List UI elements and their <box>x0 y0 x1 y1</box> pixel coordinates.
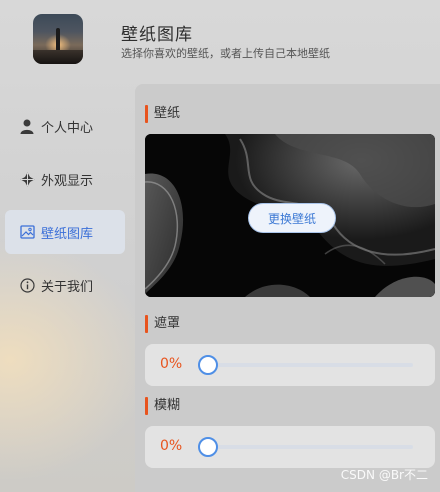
sidebar-item-label: 关于我们 <box>41 279 94 295</box>
sidebar-item-label: 个人中心 <box>41 120 94 136</box>
user-icon <box>19 118 35 134</box>
main-panel: 壁纸 更换壁纸 遮罩 0% 模糊 0% <box>135 84 440 492</box>
info-icon <box>19 277 35 293</box>
mask-slider-thumb[interactable] <box>198 355 218 375</box>
blur-slider-box: 0% <box>145 426 435 468</box>
image-icon <box>19 224 35 240</box>
wallpaper-preview: 更换壁纸 <box>145 134 435 297</box>
mask-section-title: 遮罩 <box>145 315 180 333</box>
sidebar-item-label: 壁纸图库 <box>41 226 94 242</box>
sidebar-item-appearance[interactable]: 外观显示 <box>5 157 125 201</box>
watermark: CSDN @Br不二 <box>340 468 428 482</box>
page-subtitle: 选择你喜欢的壁纸，或者上传自己本地壁纸 <box>121 47 330 60</box>
app-header: 壁纸图库 选择你喜欢的壁纸，或者上传自己本地壁纸 <box>0 0 440 84</box>
sidebar-item-wallpaper[interactable]: 壁纸图库 <box>5 210 125 254</box>
page-title: 壁纸图库 <box>121 25 193 45</box>
blur-value: 0% <box>160 438 183 454</box>
appearance-icon <box>19 171 35 187</box>
wallpaper-section-title: 壁纸 <box>145 105 180 123</box>
mask-slider-box: 0% <box>145 344 435 386</box>
sidebar-item-about[interactable]: 关于我们 <box>5 263 125 307</box>
mask-slider[interactable] <box>198 355 413 375</box>
sidebar-item-profile[interactable]: 个人中心 <box>5 104 125 148</box>
app-avatar <box>33 14 83 64</box>
blur-section-title: 模糊 <box>145 397 180 415</box>
change-wallpaper-button[interactable]: 更换壁纸 <box>248 203 336 233</box>
blur-slider-thumb[interactable] <box>198 437 218 457</box>
mask-value: 0% <box>160 356 183 372</box>
sidebar-item-label: 外观显示 <box>41 173 94 189</box>
blur-slider[interactable] <box>198 437 413 457</box>
